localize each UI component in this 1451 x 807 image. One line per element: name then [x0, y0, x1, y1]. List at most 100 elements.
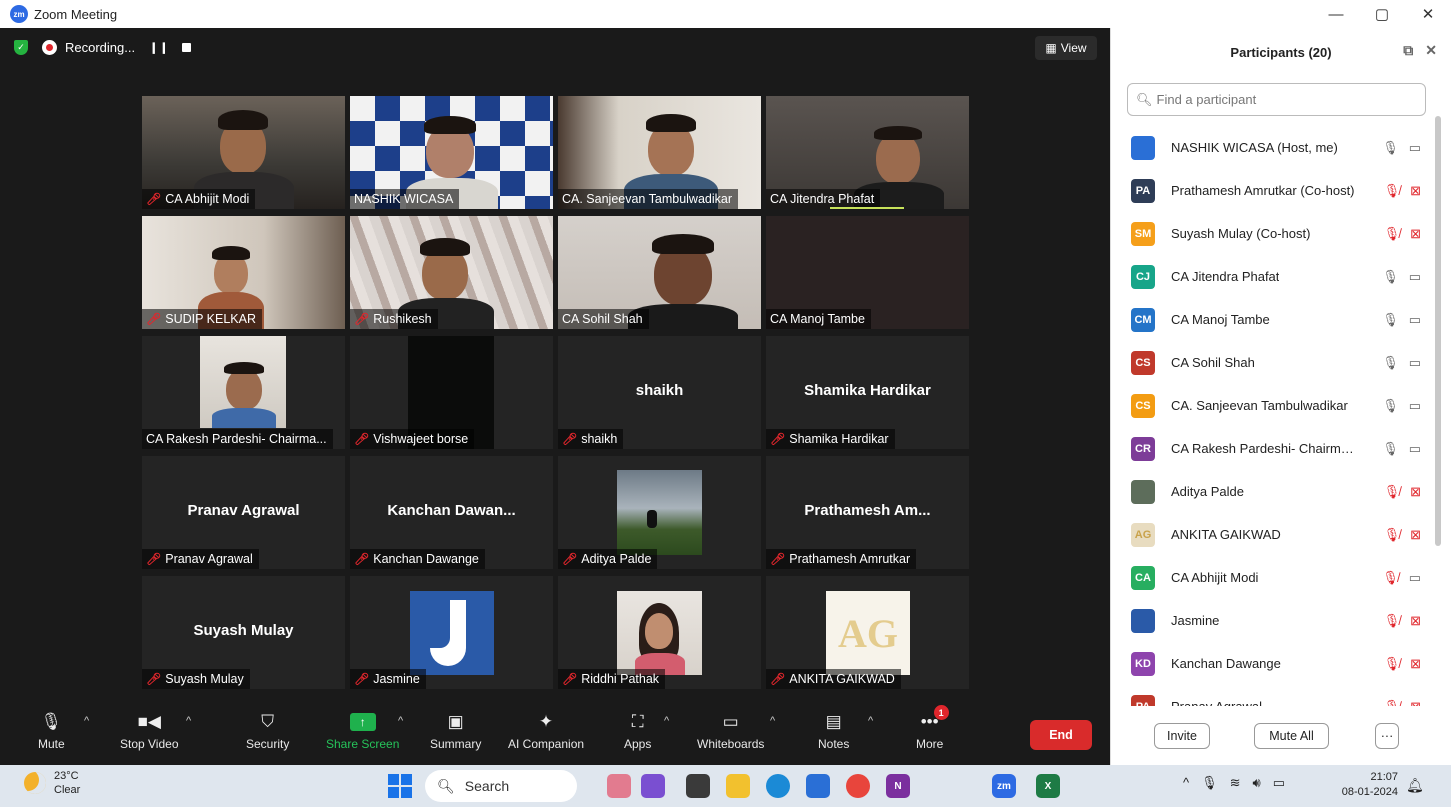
video-tile[interactable]: 🎤︎ CA Abhijit Modi — [142, 96, 345, 209]
mic-muted-icon[interactable]: 🎙︎̸ — [1384, 183, 1401, 199]
panel-more-button[interactable]: ··· — [1375, 723, 1399, 749]
ai-companion-button[interactable]: ✦ AI Companion — [508, 711, 584, 751]
video-tile[interactable]: 🎤︎ Rushikesh — [350, 216, 553, 329]
mic-muted-icon[interactable]: 🎙︎̸ — [1384, 527, 1401, 543]
video-tile[interactable]: CA Jitendra Phafat — [766, 96, 969, 209]
more-button[interactable]: ••• 1 More — [916, 705, 949, 751]
video-off-icon[interactable]: ⊠ — [1410, 613, 1421, 629]
chrome-browser-icon[interactable] — [846, 774, 870, 798]
mute-all-button[interactable]: Mute All — [1254, 723, 1329, 749]
video-tile[interactable]: shaikh 🎤︎ shaikh — [558, 336, 761, 449]
apps-button[interactable]: ⛶ Apps — [624, 711, 651, 751]
edge-browser-icon[interactable] — [766, 774, 790, 798]
notes-button[interactable]: ▤ Notes — [818, 711, 849, 751]
participant-row[interactable]: Aditya Palde 🎙︎̸ ⊠ — [1111, 470, 1433, 513]
minimize-button[interactable]: — — [1313, 0, 1359, 28]
participant-row[interactable]: NASHIK WICASA (Host, me) 🎙︎ ▭ — [1111, 126, 1433, 169]
widget-app-icon[interactable] — [607, 774, 631, 798]
participant-list-scrollbar[interactable] — [1435, 116, 1441, 546]
video-tile[interactable]: Suyash Mulay 🎤︎ Suyash Mulay — [142, 576, 345, 689]
battery-icon[interactable]: ▭ — [1273, 775, 1285, 791]
weather-widget[interactable]: 23°C Clear — [24, 769, 80, 797]
video-off-icon[interactable]: ⊠ — [1410, 183, 1421, 199]
microphone-tray-icon[interactable]: 🎙︎ — [1201, 775, 1218, 791]
invite-button[interactable]: Invite — [1154, 723, 1210, 749]
participant-search-input[interactable]: 🔍︎ Find a participant — [1127, 83, 1426, 116]
security-button[interactable]: ⛉ Security — [246, 711, 289, 751]
windows-start-icon[interactable] — [388, 774, 412, 798]
end-meeting-button[interactable]: End — [1030, 720, 1092, 750]
video-off-icon[interactable]: ⊠ — [1410, 484, 1421, 500]
video-off-icon[interactable]: ⊠ — [1410, 699, 1421, 707]
close-panel-icon[interactable]: ✕ — [1425, 42, 1437, 59]
video-camera-icon[interactable]: ▭ — [1409, 355, 1421, 371]
mic-muted-icon[interactable]: 🎙︎̸ — [1382, 570, 1399, 586]
excel-app-icon[interactable]: X — [1036, 774, 1060, 798]
microphone-icon[interactable]: 🎙︎ — [1382, 140, 1399, 156]
video-tile[interactable]: CA Manoj Tambe — [766, 216, 969, 329]
participant-row[interactable]: SM Suyash Mulay (Co-host) 🎙︎̸ ⊠ — [1111, 212, 1433, 255]
zoom-app-icon[interactable]: zm — [992, 774, 1016, 798]
stop-video-button[interactable]: ■◀ Stop Video — [120, 711, 179, 751]
video-camera-icon[interactable]: ▭ — [1409, 441, 1421, 457]
mic-muted-icon[interactable]: 🎙︎̸ — [1384, 226, 1401, 242]
video-camera-icon[interactable]: ▭ — [1409, 398, 1421, 414]
video-tile[interactable]: Pranav Agrawal 🎤︎ Pranav Agrawal — [142, 456, 345, 569]
video-options-chevron-icon[interactable]: ^ — [186, 715, 191, 727]
participant-row[interactable]: PA Pranav Agrawal 🎙︎̸ ⊠ — [1111, 685, 1433, 706]
close-window-button[interactable]: ✕ — [1405, 0, 1451, 28]
pause-recording-button[interactable]: ❙❙ — [149, 41, 169, 54]
video-tile-active-speaker[interactable]: CA Sohil Shah — [558, 216, 761, 329]
video-off-icon[interactable]: ⊠ — [1410, 226, 1421, 242]
participant-row[interactable]: PA Prathamesh Amrutkar (Co-host) 🎙︎̸ ⊠ — [1111, 169, 1433, 212]
video-camera-icon[interactable]: ▭ — [1409, 312, 1421, 328]
whiteboards-options-chevron-icon[interactable]: ^ — [770, 715, 775, 727]
video-camera-icon[interactable]: ▭ — [1409, 269, 1421, 285]
video-tile[interactable]: CA. Sanjeevan Tambulwadikar — [558, 96, 761, 209]
microphone-icon[interactable]: 🎙︎ — [1382, 355, 1399, 371]
speaker-icon[interactable]: 🔊︎ — [1253, 775, 1261, 791]
video-camera-icon[interactable]: ▭ — [1409, 140, 1421, 156]
video-camera-icon[interactable]: ▭ — [1409, 570, 1421, 586]
encryption-shield-icon[interactable]: ✓ — [14, 40, 28, 55]
mute-button[interactable]: 🎙︎ Mute — [38, 711, 65, 751]
share-screen-button[interactable]: ↑ Share Screen — [326, 711, 399, 751]
notes-options-chevron-icon[interactable]: ^ — [868, 715, 873, 727]
mic-muted-icon[interactable]: 🎙︎̸ — [1384, 613, 1401, 629]
mic-muted-icon[interactable]: 🎙︎̸ — [1384, 699, 1401, 707]
video-tile[interactable]: 🎤︎ Vishwajeet borse — [350, 336, 553, 449]
taskbar-clock[interactable]: 21:07 08-01-2024 — [1330, 770, 1398, 800]
audio-options-chevron-icon[interactable]: ^ — [84, 715, 89, 727]
restore-button[interactable]: ▢ — [1359, 0, 1405, 28]
participant-row[interactable]: CS CA. Sanjeevan Tambulwadikar 🎙︎ ▭ — [1111, 384, 1433, 427]
participant-row[interactable]: CS CA Sohil Shah 🎙︎ ▭ — [1111, 341, 1433, 384]
microphone-icon[interactable]: 🎙︎ — [1382, 312, 1399, 328]
notification-bell-icon[interactable]: 🔔︎ — [1406, 777, 1424, 794]
participant-row[interactable]: KD Kanchan Dawange 🎙︎̸ ⊠ — [1111, 642, 1433, 685]
summary-button[interactable]: ▣ Summary — [430, 711, 481, 751]
participant-row[interactable]: CR CA Rakesh Pardeshi- Chairman... 🎙︎ ▭ — [1111, 427, 1433, 470]
stop-recording-button[interactable] — [181, 43, 191, 52]
participant-row[interactable]: Jasmine 🎙︎̸ ⊠ — [1111, 599, 1433, 642]
microsoft-store-icon[interactable] — [806, 774, 830, 798]
video-tile[interactable]: Prathamesh Am... 🎤︎ Prathamesh Amrutkar — [766, 456, 969, 569]
video-tile[interactable]: AG 🎤︎ ANKITA GAIKWAD — [766, 576, 969, 689]
share-options-chevron-icon[interactable]: ^ — [398, 715, 403, 727]
participant-row[interactable]: CM CA Manoj Tambe 🎙︎ ▭ — [1111, 298, 1433, 341]
wifi-icon[interactable]: ≋ — [1230, 775, 1241, 791]
participant-row[interactable]: AG ANKITA GAIKWAD 🎙︎̸ ⊠ — [1111, 513, 1433, 556]
pop-out-icon[interactable]: ⧉ — [1403, 42, 1413, 59]
microphone-icon[interactable]: 🎙︎ — [1382, 398, 1399, 414]
video-off-icon[interactable]: ⊠ — [1410, 656, 1421, 672]
onenote-app-icon[interactable]: N — [886, 774, 910, 798]
video-tile[interactable]: 🎤︎ Riddhi Pathak — [558, 576, 761, 689]
video-tile[interactable]: CA Rakesh Pardeshi- Chairma... — [142, 336, 345, 449]
video-tile[interactable]: Shamika Hardikar 🎤︎ Shamika Hardikar — [766, 336, 969, 449]
task-view-icon[interactable] — [686, 774, 710, 798]
show-hidden-icons-chevron-icon[interactable]: ^ — [1183, 775, 1189, 791]
whiteboards-button[interactable]: ▭ Whiteboards — [697, 711, 764, 751]
microphone-icon[interactable]: 🎙︎ — [1382, 441, 1399, 457]
video-tile[interactable]: 🎤︎ Jasmine — [350, 576, 553, 689]
video-tile[interactable]: Kanchan Dawan... 🎤︎ Kanchan Dawange — [350, 456, 553, 569]
participant-row[interactable]: CA CA Abhijit Modi 🎙︎̸ ▭ — [1111, 556, 1433, 599]
